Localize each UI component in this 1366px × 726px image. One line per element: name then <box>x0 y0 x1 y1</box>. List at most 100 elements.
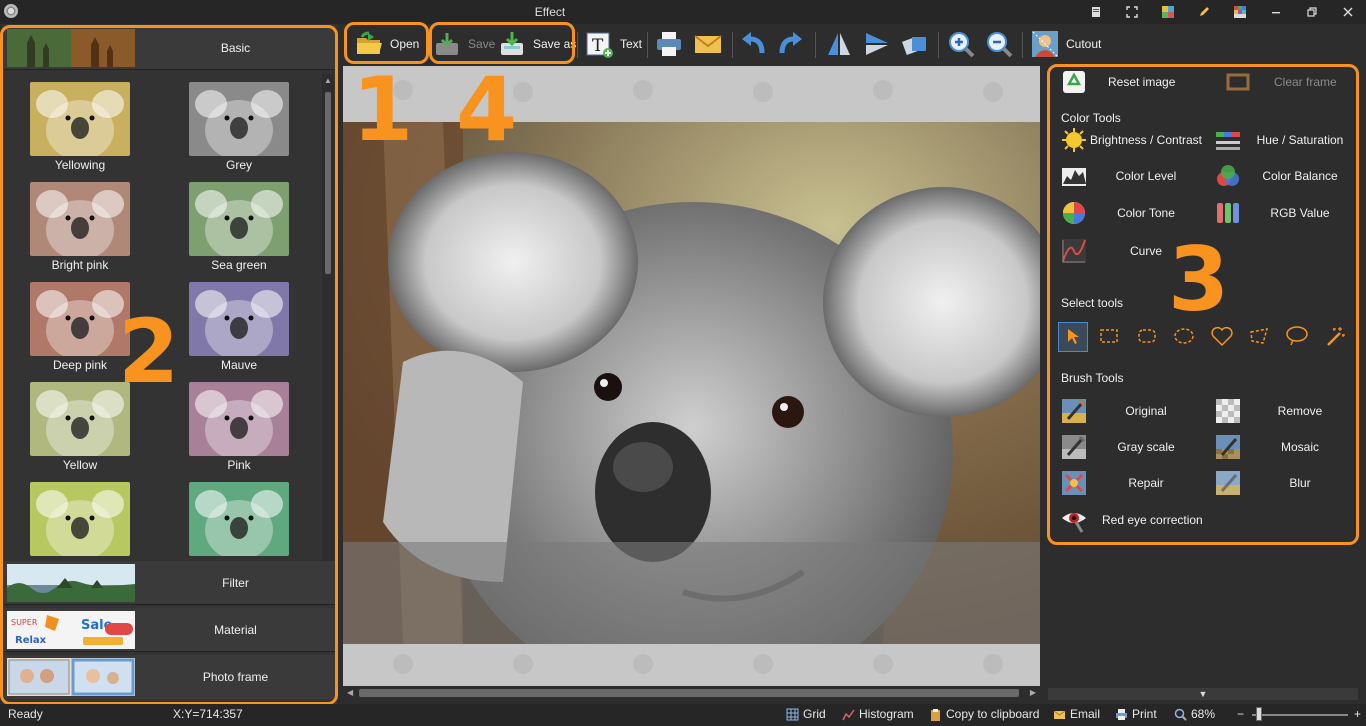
flip-vertical-button[interactable] <box>862 28 892 60</box>
open-button[interactable]: Open <box>354 28 419 60</box>
effect-thumbnail <box>189 82 289 156</box>
brush-tool-original[interactable]: Original <box>1060 397 1204 425</box>
curve-icon <box>1060 237 1088 265</box>
effect-item[interactable]: Mauve <box>189 282 289 374</box>
select-rounded-rect-tool[interactable] <box>1132 322 1162 352</box>
save-as-button[interactable]: Save as <box>497 28 576 60</box>
scroll-left-arrow-icon[interactable]: ◀ <box>347 688 353 697</box>
zoom-slider-thumb[interactable] <box>1256 707 1262 721</box>
brush-tool-remove[interactable]: Remove <box>1214 397 1358 425</box>
print-button[interactable] <box>654 28 684 60</box>
image-canvas[interactable] <box>343 66 1040 686</box>
zoom-in-button[interactable] <box>946 28 976 60</box>
reset-image-button[interactable]: Reset image <box>1060 68 1175 96</box>
color-tool-rgb-value[interactable]: RGB Value <box>1214 199 1358 227</box>
pencil-icon[interactable] <box>1186 0 1222 24</box>
fullscreen-icon[interactable] <box>1114 0 1150 24</box>
category-photo-frame[interactable]: Photo frame <box>4 655 336 699</box>
grid-toggle[interactable]: Grid <box>786 707 826 721</box>
effect-item[interactable]: Pink <box>189 382 289 474</box>
save-label: Save <box>468 37 496 51</box>
color-tool-color-level[interactable]: Color Level <box>1060 162 1204 190</box>
clear-frame-button[interactable]: Clear frame <box>1224 68 1337 96</box>
select-lasso-tool[interactable] <box>1282 322 1312 352</box>
zoom-out-small-button[interactable]: − <box>1237 707 1244 721</box>
select-rectangle-tool[interactable] <box>1094 322 1124 352</box>
layout-icon[interactable] <box>1150 0 1186 24</box>
select-arrow-tool[interactable] <box>1058 322 1088 352</box>
brush-tool-mosaic[interactable]: Mosaic <box>1214 433 1358 461</box>
color-tool-hue-saturation[interactable]: Hue / Saturation <box>1214 126 1358 154</box>
status-coordinates: X:Y=714:357 <box>173 707 243 721</box>
email-button[interactable] <box>693 28 723 60</box>
minimize-icon[interactable] <box>1258 0 1294 24</box>
zoom-level: 68% <box>1191 707 1216 721</box>
text-button[interactable]: T Text <box>584 28 642 60</box>
text-label: Text <box>620 37 643 51</box>
color-tool-color-tone[interactable]: Color Tone <box>1060 199 1204 227</box>
category-filter[interactable]: Filter <box>4 561 336 605</box>
color-balance-icon <box>1214 162 1242 190</box>
effect-thumbnail <box>189 182 289 256</box>
close-icon[interactable] <box>1330 0 1366 24</box>
effect-item[interactable]: Deep pink <box>30 282 130 374</box>
effect-item[interactable]: Bright pink <box>30 182 130 274</box>
status-print-button[interactable]: Print <box>1115 707 1157 721</box>
brush-tool-blur[interactable]: Blur <box>1214 469 1358 497</box>
folder-open-icon <box>354 29 384 59</box>
hscroll-thumb[interactable] <box>359 689 1019 697</box>
brush-tool-gray-scale[interactable]: Gray scale <box>1060 433 1204 461</box>
save-as-icon <box>497 29 527 59</box>
zoom-out-button[interactable] <box>984 28 1014 60</box>
scroll-up-arrow-icon[interactable]: ▲ <box>324 76 332 85</box>
open-label: Open <box>390 37 420 51</box>
zoom-in-small-button[interactable]: + <box>1354 707 1361 721</box>
brush-tool-label: Remove <box>1277 404 1323 418</box>
status-email-button[interactable]: Email <box>1053 707 1100 721</box>
color-tools-title: Color Tools <box>1061 111 1121 125</box>
red-eye-icon <box>1060 506 1088 534</box>
effects-scrollbar[interactable]: ▲ ▼ <box>322 74 334 582</box>
canvas-hscrollbar[interactable]: ◀ ▶ <box>343 686 1040 700</box>
select-magic-wand-tool[interactable] <box>1320 322 1350 352</box>
file-icon[interactable] <box>1078 0 1114 24</box>
clipboard-icon <box>929 708 942 721</box>
palette-icon[interactable] <box>1222 0 1258 24</box>
effect-item[interactable]: Sea green <box>189 182 289 274</box>
flip-horizontal-button[interactable] <box>824 28 854 60</box>
koala-photo[interactable] <box>343 122 1040 644</box>
select-polygon-tool[interactable] <box>1244 322 1274 352</box>
undo-button[interactable] <box>738 28 768 60</box>
color-tool-label: Hue / Saturation <box>1256 133 1344 147</box>
text-tool-icon: T <box>584 29 614 59</box>
zoom-in-icon <box>946 29 976 59</box>
redo-button[interactable] <box>776 28 806 60</box>
effect-item[interactable]: Yellowing <box>30 82 130 174</box>
brush-tool-repair[interactable]: Repair <box>1060 469 1204 497</box>
tools-panel-expand-arrow-icon[interactable]: ▼ <box>1048 688 1358 700</box>
scroll-thumb[interactable] <box>325 92 331 274</box>
recycle-icon <box>1060 68 1088 96</box>
frame-top-band <box>343 66 1040 122</box>
scroll-right-arrow-icon[interactable]: ▶ <box>1030 688 1036 697</box>
save-button[interactable]: Save <box>432 28 495 60</box>
histogram-toggle[interactable]: Histogram <box>842 707 914 721</box>
copy-to-clipboard-button[interactable]: Copy to clipboard <box>929 707 1039 721</box>
brush-tools-title: Brush Tools <box>1061 371 1124 385</box>
color-tool-brightness-contrast[interactable]: Brightness / Contrast <box>1060 126 1204 154</box>
color-tool-color-balance[interactable]: Color Balance <box>1214 162 1358 190</box>
polygon-select-icon <box>1248 326 1270 349</box>
brush-tool-label: Repair <box>1128 476 1164 490</box>
rotate-button[interactable] <box>900 28 930 60</box>
category-material[interactable]: SUPER Relax Sale Material <box>4 608 336 652</box>
material-label: Material <box>214 623 257 637</box>
zoom-slider-track[interactable] <box>1252 714 1348 716</box>
restore-icon[interactable] <box>1294 0 1330 24</box>
hue-saturation-icon <box>1214 126 1242 154</box>
effect-item[interactable]: Grey <box>189 82 289 174</box>
basic-thumbnail <box>7 29 135 67</box>
red-eye-correction-button[interactable]: Red eye correction <box>1060 506 1203 534</box>
category-basic[interactable]: Basic <box>4 26 336 70</box>
effect-item[interactable]: Yellow <box>30 382 130 474</box>
cutout-button[interactable]: Cutout <box>1030 28 1101 60</box>
